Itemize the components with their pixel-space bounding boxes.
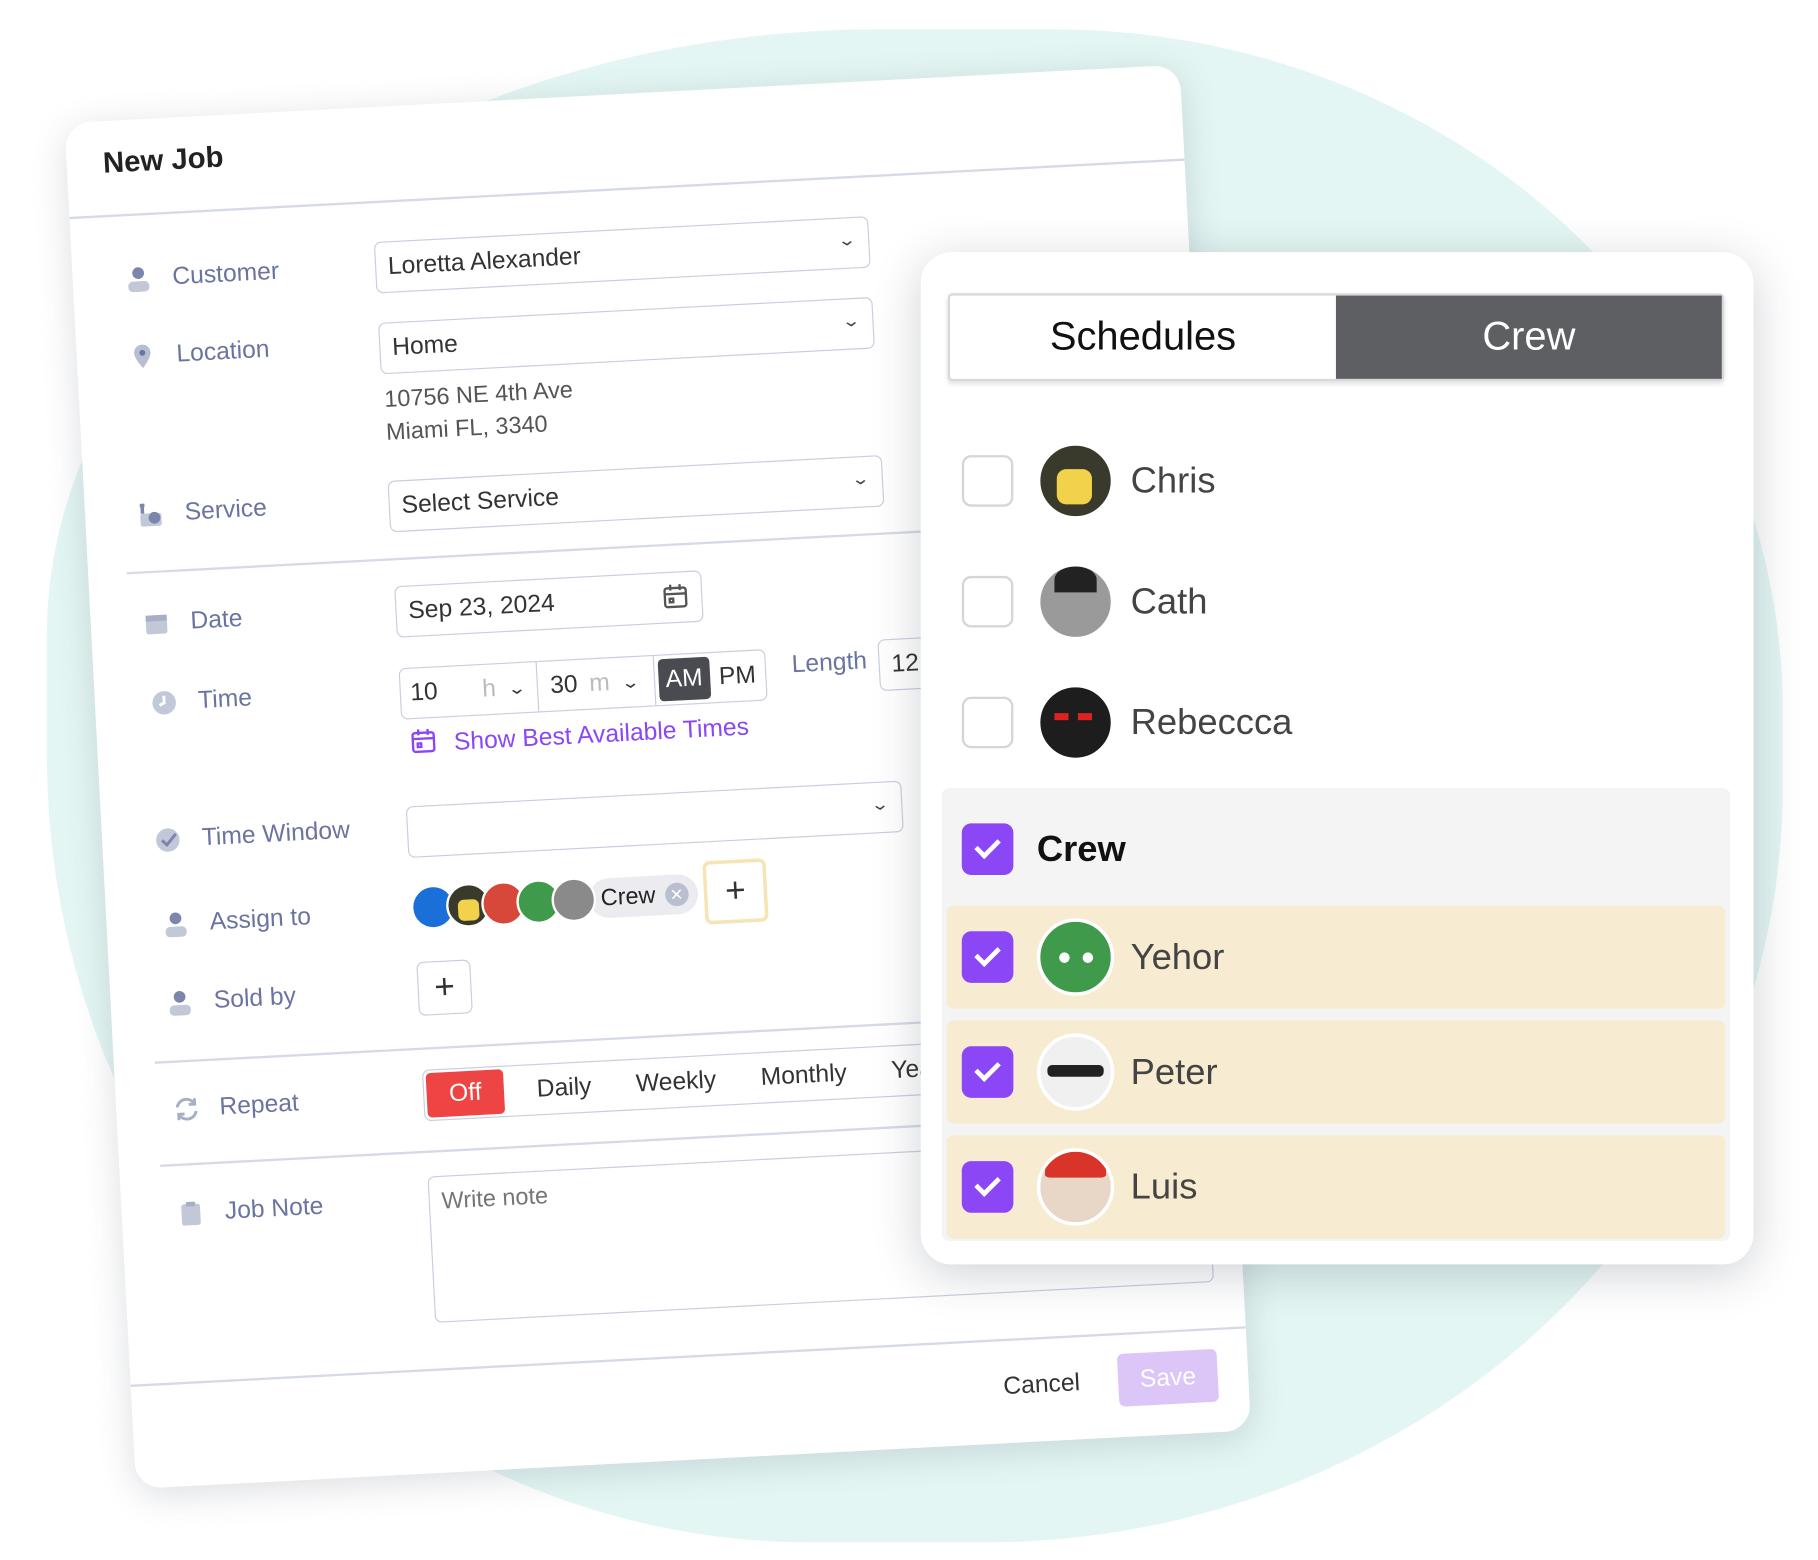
add-sold-by-button[interactable]: +: [416, 959, 473, 1016]
user-icon: [162, 911, 189, 938]
remove-icon[interactable]: ✕: [664, 882, 689, 907]
chevron-down-icon: ⌄: [837, 229, 858, 250]
clock-icon: [151, 689, 178, 716]
chevron-down-icon: ⌄: [841, 310, 862, 331]
avatar: [1036, 442, 1115, 520]
avatar: [1036, 683, 1115, 762]
save-button[interactable]: Save: [1116, 1348, 1220, 1407]
repeat-option-daily[interactable]: Daily: [536, 1073, 592, 1104]
map-pin-icon: [129, 343, 156, 370]
location-address: 10756 NE 4th Ave Miami FL, 3340: [383, 377, 574, 446]
time-window-select[interactable]: ⌄: [405, 780, 904, 858]
hour-select[interactable]: 10 h ⌄: [399, 662, 540, 719]
sold-by-label: Sold by: [166, 983, 297, 1018]
service-select[interactable]: Select Service ⌄: [387, 454, 885, 533]
tab-crew[interactable]: Crew: [1335, 295, 1722, 379]
list-item[interactable]: Luis: [946, 1135, 1726, 1239]
calendar-icon: [143, 610, 170, 637]
date-label: Date: [143, 605, 243, 638]
avatar: [550, 876, 598, 924]
service-label: Service: [137, 494, 267, 529]
list-item[interactable]: Rebeccca: [947, 671, 1728, 774]
checkbox-checked[interactable]: [961, 1046, 1014, 1098]
check-circle-icon: [154, 827, 181, 854]
job-note-label: Job Note: [177, 1193, 324, 1229]
cancel-button[interactable]: Cancel: [1003, 1369, 1081, 1401]
toolbox-icon: [137, 501, 164, 528]
panel-tabs: Schedules Crew: [947, 293, 1725, 382]
user-icon: [166, 989, 193, 1016]
minute-select[interactable]: 30 m ⌄: [537, 656, 657, 712]
chevron-down-icon: ⌄: [870, 794, 891, 814]
add-assignee-button[interactable]: +: [702, 858, 769, 925]
location-label: Location: [129, 336, 270, 371]
calendar-icon: [409, 726, 439, 763]
chevron-down-icon: ⌄: [620, 671, 641, 692]
checkbox-checked[interactable]: [961, 823, 1014, 875]
crew-group: Crew Yehor Peter Luis: [941, 788, 1731, 1241]
repeat-option-off[interactable]: Off: [425, 1069, 506, 1118]
chevron-down-icon: ⌄: [850, 468, 871, 489]
chevron-down-icon: ⌄: [506, 677, 527, 698]
checkbox[interactable]: [961, 696, 1014, 749]
repeat-option-monthly[interactable]: Monthly: [760, 1059, 848, 1092]
checkbox-checked[interactable]: [961, 1161, 1014, 1213]
repeat-option-weekly[interactable]: Weekly: [635, 1066, 717, 1098]
calendar-icon[interactable]: [661, 581, 691, 618]
user-icon: [125, 265, 152, 293]
am-toggle[interactable]: AM: [657, 656, 711, 702]
clipboard-icon: [177, 1200, 204, 1227]
checkbox[interactable]: [961, 455, 1014, 507]
divider: [69, 158, 1185, 219]
checkbox[interactable]: [961, 575, 1014, 628]
avatar: [1036, 918, 1115, 996]
date-input[interactable]: Sep 23, 2024: [394, 570, 704, 638]
time-window-label: Time Window: [154, 816, 351, 854]
list-item[interactable]: Chris: [947, 429, 1728, 532]
crew-selector-panel: Schedules Crew Chris Cath Rebeccca Crew: [920, 252, 1754, 1265]
checkbox-checked[interactable]: [961, 931, 1014, 983]
form-title: New Job: [102, 140, 225, 180]
avatar: [1036, 1033, 1115, 1111]
repeat-label: Repeat: [172, 1089, 300, 1124]
list-item[interactable]: Peter: [946, 1020, 1726, 1124]
customer-label: Customer: [125, 258, 280, 294]
length-label: Length: [791, 647, 868, 679]
group-header[interactable]: Crew: [947, 798, 1726, 901]
avatar: [1036, 1148, 1115, 1226]
list-item[interactable]: Yehor: [946, 905, 1726, 1009]
pm-toggle[interactable]: PM: [709, 661, 766, 692]
location-select[interactable]: Home ⌄: [377, 296, 875, 375]
assign-to-label: Assign to: [162, 903, 312, 939]
time-picker: 10 h ⌄ 30 m ⌄ AM PM: [398, 649, 768, 720]
time-label: Time: [151, 684, 253, 717]
assigned-crew-chip[interactable]: Crew ✕: [409, 871, 699, 931]
show-best-times-link[interactable]: Show Best Available Times: [409, 710, 750, 763]
tab-schedules[interactable]: Schedules: [950, 296, 1336, 379]
repeat-icon: [172, 1096, 199, 1123]
list-item[interactable]: Cath: [947, 550, 1728, 653]
customer-select[interactable]: Loretta Alexander ⌄: [373, 216, 871, 294]
avatar: [1036, 562, 1115, 641]
